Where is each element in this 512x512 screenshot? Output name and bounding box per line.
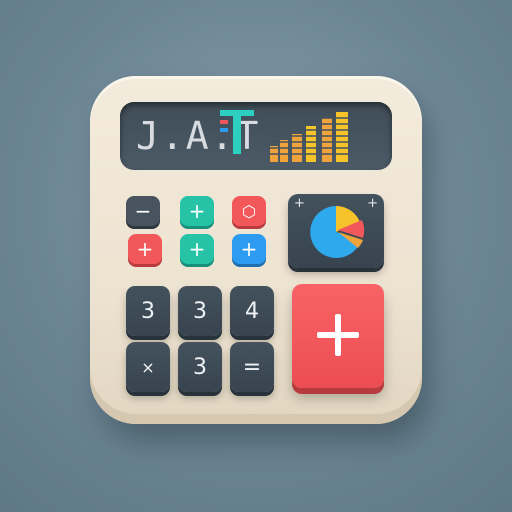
bar-chart-graphic (268, 112, 350, 162)
cloud-key[interactable]: ⬡ (232, 196, 266, 226)
display-t-graphic (220, 110, 254, 154)
digit-3-key-2[interactable]: 3 (178, 286, 222, 336)
pie-chart-icon (310, 206, 365, 258)
bar-2 (280, 140, 288, 162)
plus-key-red[interactable]: + (128, 234, 162, 264)
bar-segment-lines (268, 117, 350, 155)
bar-4 (306, 126, 316, 162)
pie-chart-key[interactable]: + + (288, 194, 384, 268)
calculator-display: J.A.T (120, 102, 392, 170)
calculator-app-icon[interactable]: J.A.T − + ⬡ + + + + + 3 3 4 × 3 = (90, 76, 422, 424)
plus-key-teal[interactable]: + (180, 196, 214, 226)
big-plus-key[interactable]: + (292, 284, 384, 388)
digit-3-key-3[interactable]: 3 (178, 342, 222, 392)
multiply-key[interactable]: × (126, 342, 170, 392)
minus-key[interactable]: − (126, 196, 160, 226)
plus-key-blue[interactable]: + (232, 234, 266, 264)
digit-3-key[interactable]: 3 (126, 286, 170, 336)
plus-icon (317, 314, 359, 356)
digit-4-key[interactable]: 4 (230, 286, 274, 336)
plus-key-teal-2[interactable]: + (180, 234, 214, 264)
equals-key[interactable]: = (230, 342, 274, 392)
